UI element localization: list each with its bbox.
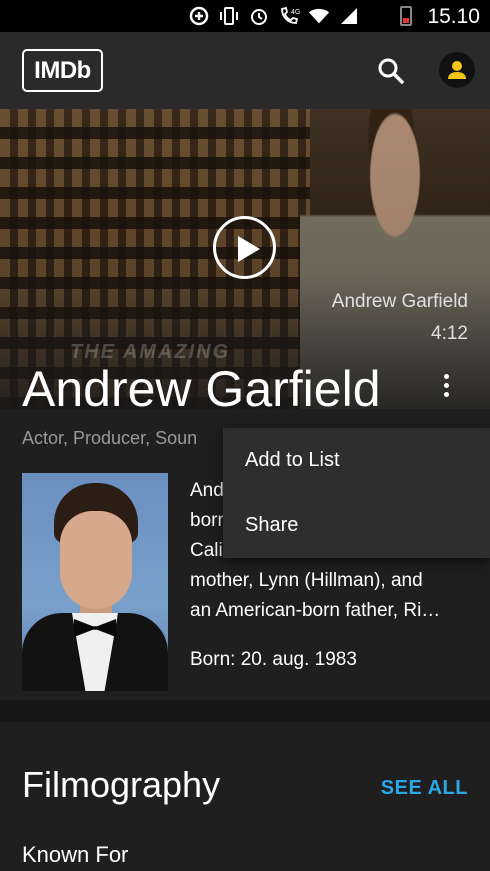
bio-line: mother, Lynn (Hillman), and <box>190 570 423 591</box>
filmography-title: Filmography <box>22 764 221 805</box>
overflow-menu: Add to List Share <box>223 428 490 558</box>
bio-line: an American-born father, Ri… <box>190 600 441 621</box>
person-name: Andrew Garfield <box>22 361 381 417</box>
account-icon <box>448 61 466 79</box>
call-icon: 4G <box>278 6 300 26</box>
battery-icon <box>400 6 412 26</box>
status-icons: 4G <box>188 6 360 26</box>
signal-icon <box>338 6 360 26</box>
more-options-button[interactable] <box>432 370 460 400</box>
account-button[interactable] <box>439 52 475 88</box>
more-vert-icon <box>443 373 449 379</box>
menu-item-add-to-list[interactable]: Add to List <box>223 428 490 492</box>
play-button[interactable] <box>213 216 276 279</box>
person-roles: Actor, Producer, Soun <box>22 428 198 448</box>
vibrate-icon <box>218 6 240 26</box>
known-for-heading: Known For <box>22 842 129 867</box>
svg-text:4G: 4G <box>291 9 300 16</box>
menu-item-share[interactable]: Share <box>223 493 490 557</box>
video-duration: 4:12 <box>431 323 468 344</box>
imdb-logo[interactable]: IMDb <box>22 49 103 92</box>
person-headshot[interactable] <box>22 473 168 691</box>
status-time: 15.10 <box>427 5 480 28</box>
search-button[interactable] <box>376 56 406 86</box>
app-bar: IMDb <box>0 32 490 109</box>
wifi-icon <box>308 6 330 26</box>
status-bar: 4G 15.10 <box>0 0 490 32</box>
play-icon <box>238 236 260 262</box>
video-caption: Andrew Garfield <box>331 291 468 312</box>
filmography-section: Filmography SEE ALL Known For <box>0 722 490 871</box>
person-born-date: Born: 20. aug. 1983 <box>190 649 357 670</box>
see-all-link[interactable]: SEE ALL <box>381 777 468 800</box>
section-divider <box>0 700 490 722</box>
alarm-icon <box>248 6 270 26</box>
search-icon <box>378 58 404 84</box>
data-saver-icon <box>188 6 210 26</box>
